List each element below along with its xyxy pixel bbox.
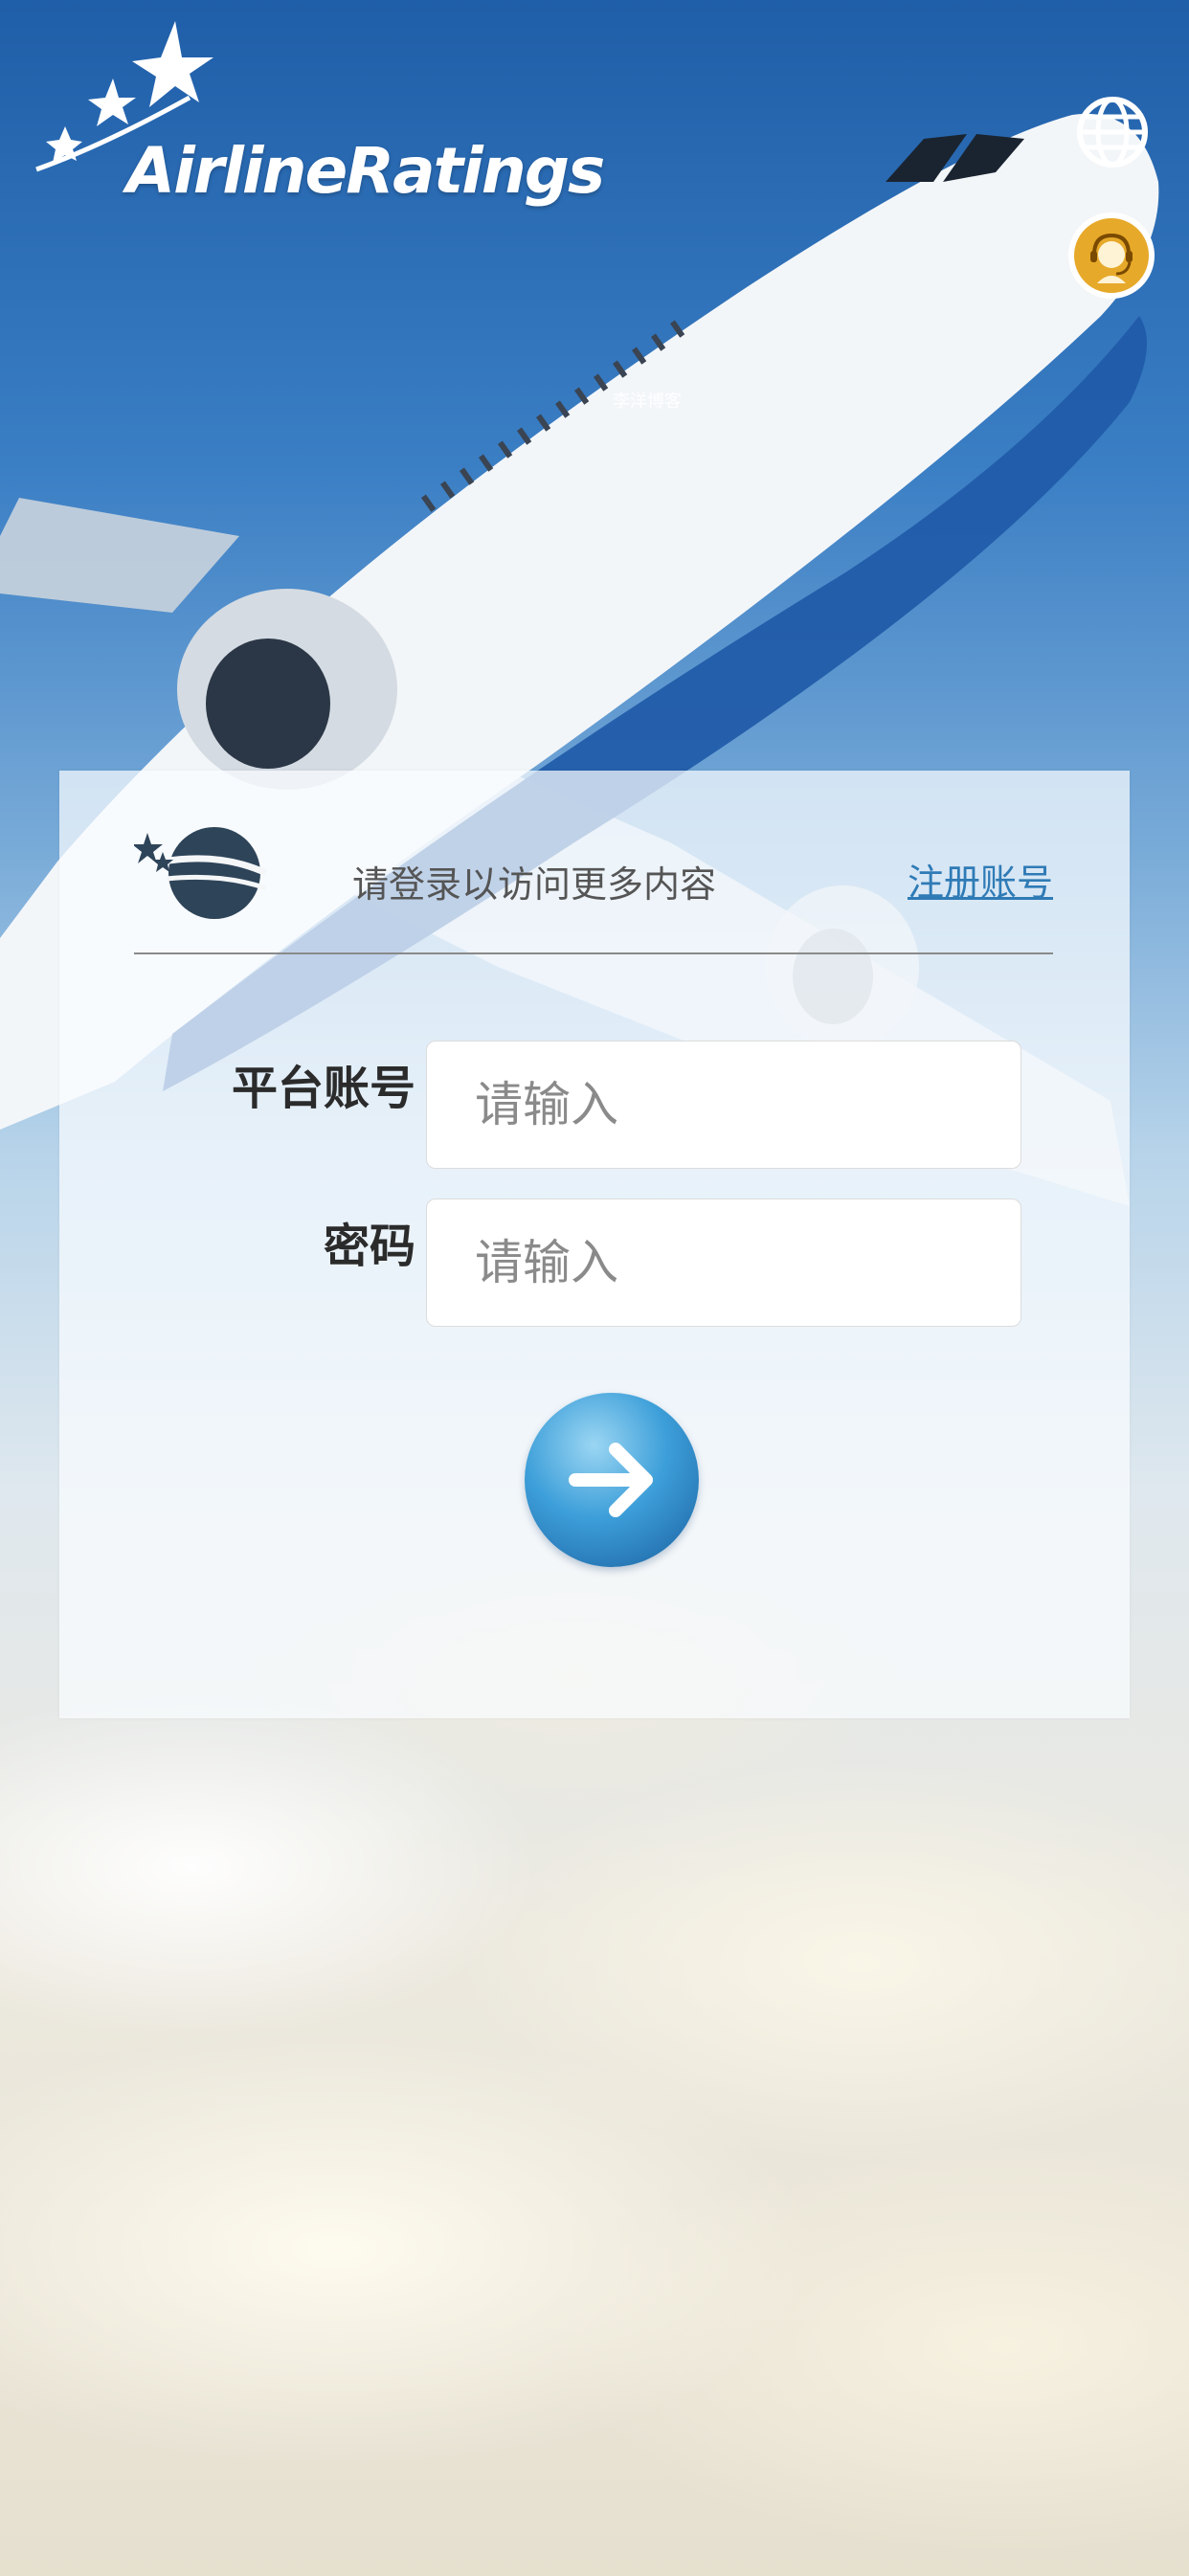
brand-emblem-icon <box>134 827 268 919</box>
customer-service-icon[interactable] <box>1068 213 1155 299</box>
account-label: 平台账号 <box>231 1062 415 1115</box>
logo-text: AirlineRatings <box>126 134 605 208</box>
register-link[interactable]: 注册账号 <box>908 853 1053 906</box>
password-input[interactable] <box>426 1198 1021 1327</box>
arrow-right-icon <box>569 1443 653 1517</box>
login-card-header: 请登录以访问更多内容 注册账号 <box>134 771 1053 954</box>
globe-icon[interactable] <box>1074 94 1151 170</box>
account-input[interactable] <box>426 1041 1021 1169</box>
account-row: 平台账号 <box>59 1041 1130 1169</box>
watermark-text: 李洋博客 <box>613 392 682 412</box>
password-label: 密码 <box>323 1220 415 1273</box>
login-submit-button[interactable] <box>525 1393 699 1567</box>
airlineratings-logo: AirlineRatings <box>27 21 605 208</box>
password-row: 密码 <box>59 1198 1130 1327</box>
login-prompt-text: 请登录以访问更多内容 <box>352 863 717 906</box>
login-card: 请登录以访问更多内容 注册账号 平台账号 密码 <box>59 771 1130 1718</box>
